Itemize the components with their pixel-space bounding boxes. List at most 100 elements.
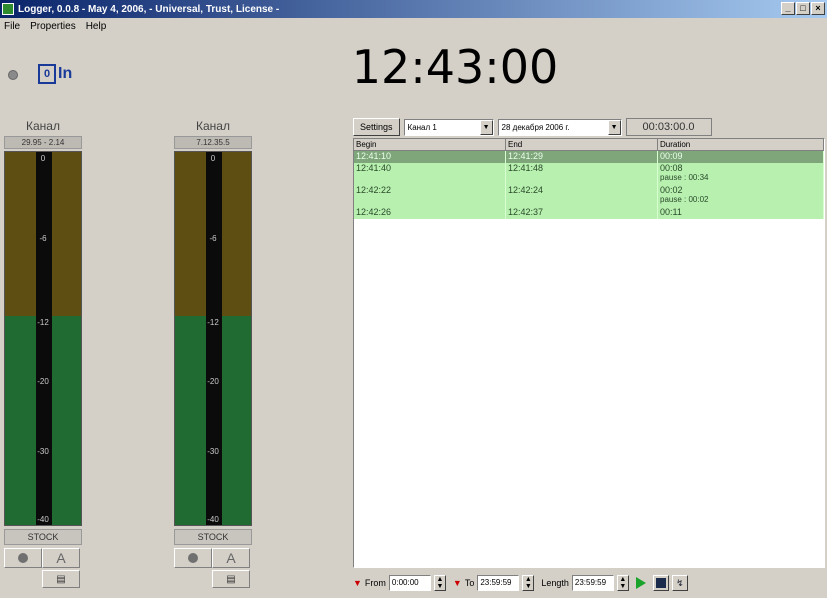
channel-2-left-bar	[175, 152, 206, 525]
menu-properties[interactable]: Properties	[30, 21, 76, 32]
column-duration[interactable]: Duration	[658, 139, 824, 150]
cell-end: 12:41:29	[506, 151, 658, 163]
channel-2-title: Канал	[196, 119, 230, 133]
channel-2-auto-button[interactable]: A	[212, 548, 250, 568]
cell-duration: 00:02 pause : 00:02	[658, 185, 824, 207]
table-row[interactable]: 12:41:40 12:41:48 00:08 pause : 00:34	[354, 163, 824, 185]
meter-tick-label: 0	[210, 154, 216, 163]
duration-total: 00:03:00.0	[625, 118, 712, 136]
save-button[interactable]	[652, 575, 669, 591]
marker-icon: ▼	[353, 578, 362, 588]
table-row[interactable]: 12:41:10 12:41:29 00:09	[354, 151, 824, 163]
record-icon	[188, 553, 198, 563]
properties-icon: ▤	[56, 573, 66, 585]
export-icon: ↯	[676, 577, 684, 588]
record-icon	[18, 553, 28, 563]
channel-2-level-meter: 0 -6 -12 -20 -30 -40	[174, 151, 252, 526]
cell-begin: 12:41:40	[354, 163, 506, 185]
from-label: From	[364, 578, 386, 588]
channel-1-subtitle: 29.95 - 2.14	[4, 136, 82, 149]
channel-select-value: Канал 1	[407, 122, 437, 132]
logo-text: In	[58, 65, 73, 82]
logo: 0 In	[38, 62, 72, 86]
properties-icon: ▤	[226, 573, 236, 585]
window-title: Logger, 0.0.8 - May 4, 2006, - Universal…	[18, 3, 280, 15]
meter-tick-label: -30	[207, 447, 219, 456]
meter-tick-label: -20	[207, 377, 219, 386]
menu-bar: File Properties Help	[0, 18, 827, 34]
channel-1-record-button[interactable]	[4, 548, 42, 568]
column-begin[interactable]: Begin	[354, 139, 506, 150]
settings-button[interactable]: Settings	[353, 118, 400, 136]
from-spinner[interactable]: ▲ ▼	[433, 575, 446, 591]
cell-end: 12:42:37	[506, 207, 658, 219]
cell-duration: 00:11	[658, 207, 824, 219]
pause-value: pause : 00:02	[660, 195, 709, 204]
cell-begin: 12:42:22	[354, 185, 506, 207]
maximize-button[interactable]: □	[796, 2, 810, 15]
chevron-down-icon[interactable]: ▼	[479, 119, 493, 135]
channel-2-record-button[interactable]	[174, 548, 212, 568]
meter-tick-label: -20	[37, 377, 49, 386]
marker-icon: ▼	[452, 578, 462, 588]
duration-value: 00:02	[660, 185, 683, 195]
meter-tick-label: -30	[37, 447, 49, 456]
channel-1-auto-button[interactable]: A	[42, 548, 80, 568]
meter-tick-label: -40	[37, 515, 49, 524]
from-time-input[interactable]: 0:00:00	[388, 575, 431, 591]
menu-help[interactable]: Help	[86, 21, 107, 32]
chevron-down-icon[interactable]: ▼	[607, 119, 621, 135]
minimize-button[interactable]: _	[781, 2, 795, 15]
cell-begin: 12:41:10	[354, 151, 506, 163]
duration-value: 00:08	[660, 163, 683, 173]
app-icon	[2, 3, 14, 15]
to-time-input[interactable]: 23:59:59	[477, 575, 520, 591]
cell-duration: 00:09	[658, 151, 824, 163]
cell-begin: 12:42:26	[354, 207, 506, 219]
to-spinner[interactable]: ▲ ▼	[522, 575, 535, 591]
cell-duration: 00:08 pause : 00:34	[658, 163, 824, 185]
to-label: To	[464, 578, 475, 588]
length-spinner[interactable]: ▲ ▼	[616, 575, 629, 591]
meter-tick-label: 0	[40, 154, 46, 163]
channel-1-title: Канал	[26, 119, 60, 133]
channel-1-left-bar	[5, 152, 36, 525]
menu-file[interactable]: File	[4, 21, 20, 32]
clock-display: 12:43:00	[351, 40, 559, 94]
play-icon[interactable]	[635, 577, 646, 589]
length-label: Length	[541, 578, 569, 588]
recording-log-table: Begin End Duration 12:41:10 12:41:29 00:…	[353, 138, 825, 568]
channel-1-status: STOCK	[4, 529, 82, 545]
title-bar: Logger, 0.0.8 - May 4, 2006, - Universal…	[0, 0, 827, 18]
logo-box: 0	[38, 64, 56, 84]
meter-tick-label: -12	[37, 318, 49, 327]
channel-2-props-button[interactable]: ▤	[212, 570, 250, 588]
channel-1-right-bar	[52, 152, 81, 525]
floppy-disk-icon	[655, 578, 666, 588]
meter-tick-label: -12	[207, 318, 219, 327]
channel-2-right-bar	[222, 152, 251, 525]
meter-tick-label: -40	[207, 515, 219, 524]
pause-value: pause : 00:34	[660, 173, 709, 182]
table-row[interactable]: 12:42:22 12:42:24 00:02 pause : 00:02	[354, 185, 824, 207]
meter-tick-label: -6	[39, 234, 47, 243]
filter-bar: ▼ From 0:00:00 ▲ ▼ ▼ To 23:59:59 ▲ ▼ Lengt…	[353, 573, 688, 593]
channel-2-status: STOCK	[174, 529, 252, 545]
channel-2-subtitle: 7.12.35.5	[174, 136, 252, 149]
date-select-value: 28 декабря 2006 г.	[501, 122, 570, 132]
cell-end: 12:41:48	[506, 163, 658, 185]
export-button[interactable]: ↯	[671, 575, 688, 591]
status-led-icon	[8, 70, 18, 80]
channel-1-level-meter: 0 -6 -12 -20 -30 -40	[4, 151, 82, 526]
column-end[interactable]: End	[506, 139, 658, 150]
meter-tick-label: -6	[209, 234, 217, 243]
date-select[interactable]: 28 декабря 2006 г. ▼	[497, 118, 622, 136]
cell-end: 12:42:24	[506, 185, 658, 207]
close-button[interactable]: ×	[811, 2, 825, 15]
length-time-input[interactable]: 23:59:59	[571, 575, 614, 591]
channel-select[interactable]: Канал 1 ▼	[403, 118, 494, 136]
log-toolbar: Settings Канал 1 ▼ 28 декабря 2006 г. ▼ …	[353, 118, 712, 136]
channel-1-props-button[interactable]: ▤	[42, 570, 80, 588]
table-header: Begin End Duration	[354, 139, 824, 151]
table-row[interactable]: 12:42:26 12:42:37 00:11	[354, 207, 824, 219]
